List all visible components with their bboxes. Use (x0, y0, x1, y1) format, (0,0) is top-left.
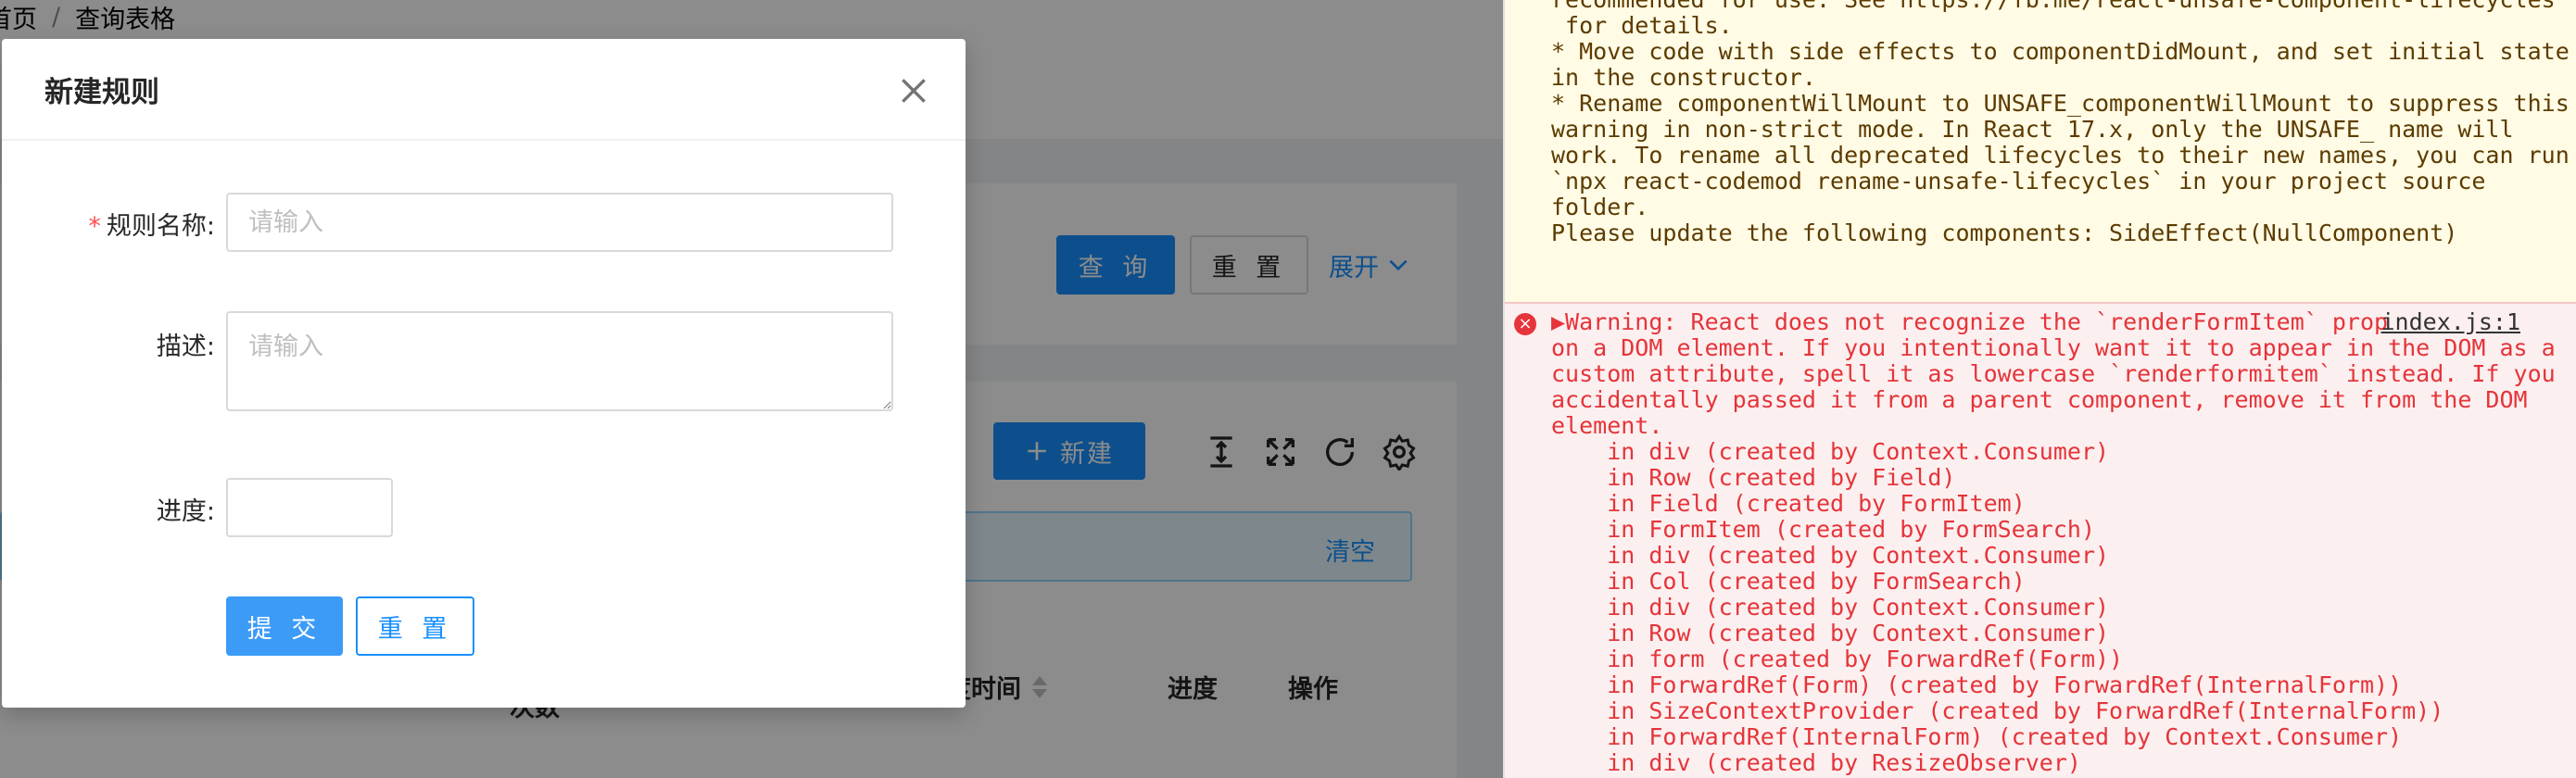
error-icon: × (1514, 313, 1536, 335)
description-label-text: 描述 (156, 333, 207, 361)
error-line: in Field (created by FormItem) (1551, 490, 2026, 517)
warning-line: * Rename componentWillMount to UNSAFE_co… (1551, 90, 2570, 117)
error-line: in Row (created by Context.Consumer) (1551, 620, 2110, 646)
warning-line: `npx react-codemod rename-unsafe-lifecyc… (1551, 168, 2486, 194)
warning-line: work. To rename all deprecated lifecycle… (1551, 142, 2570, 169)
devtools-console: recommended for use. See https://fb.me/r… (1503, 0, 2576, 778)
console-warning-message: recommended for use. See https://fb.me/r… (1505, 0, 2576, 302)
error-line: custom attribute, spell it as lowercase … (1551, 360, 2556, 387)
error-line: in div (created by Context.Consumer) (1551, 594, 2110, 621)
create-rule-modal: 新建规则 *规则名称: 描述: 进度: 提 交 重 置 (2, 39, 966, 708)
error-lines: ▶Warning: React does not recognize the `… (1551, 309, 2576, 776)
progress-label: 进度: (57, 491, 215, 527)
modal-header: 新建规则 (2, 39, 966, 141)
warning-line: in the constructor. (1551, 64, 1816, 91)
error-line: in SizeContextProvider (created by Forwa… (1551, 697, 2444, 724)
description-label: 描述: (57, 326, 215, 362)
warning-line: recommended for use. See https://fb.me/r… (1551, 0, 2576, 13)
error-source-link[interactable]: index.js:1 (2380, 309, 2520, 335)
warning-lines: recommended for use. See https://fb.me/r… (1551, 0, 2576, 246)
close-icon[interactable] (895, 72, 932, 109)
label-colon: : (206, 212, 215, 241)
warning-line: Please update the following components: … (1551, 220, 2458, 246)
error-line: on a DOM element. If you intentionally w… (1551, 334, 2556, 361)
error-line: in div (created by Context.Consumer) (1551, 438, 2110, 465)
progress-input[interactable] (226, 478, 393, 537)
label-colon: : (206, 497, 215, 526)
error-line: in Col (created by FormSearch) (1551, 568, 2026, 595)
warning-line: warning in non-strict mode. In React 17.… (1551, 116, 2514, 143)
error-line: in div (created by ResizeObserver) (1551, 749, 2081, 776)
rule-name-input[interactable] (226, 193, 893, 252)
error-line: accidentally passed it from a parent com… (1551, 386, 2528, 413)
warning-line: folder. (1551, 194, 1649, 220)
error-line: element. (1551, 412, 1663, 439)
error-line: in FormItem (created by FormSearch) (1551, 516, 2095, 543)
rule-name-label-text: 规则名称 (106, 212, 207, 241)
error-line: in div (created by Context.Consumer) (1551, 542, 2110, 569)
progress-label-text: 进度 (156, 497, 207, 526)
warning-line: for details. (1551, 12, 1733, 39)
warning-line: * Move code with side effects to compone… (1551, 38, 2570, 65)
error-line: in form (created by ForwardRef(Form)) (1551, 646, 2124, 672)
required-mark: * (88, 212, 101, 241)
console-error-message: × index.js:1 ▶Warning: React does not re… (1505, 302, 2576, 778)
error-line: in ForwardRef(InternalForm) (created by … (1551, 723, 2403, 750)
description-textarea[interactable] (226, 311, 893, 411)
error-line: in ForwardRef(Form) (created by ForwardR… (1551, 671, 2403, 698)
label-colon: : (206, 333, 215, 361)
modal-title: 新建规则 (44, 75, 159, 109)
modal-reset-button[interactable]: 重 置 (356, 596, 474, 656)
error-line: in Row (created by Field) (1551, 464, 1956, 491)
submit-button[interactable]: 提 交 (226, 596, 343, 656)
rule-name-label: * 规则名称: (57, 206, 215, 242)
